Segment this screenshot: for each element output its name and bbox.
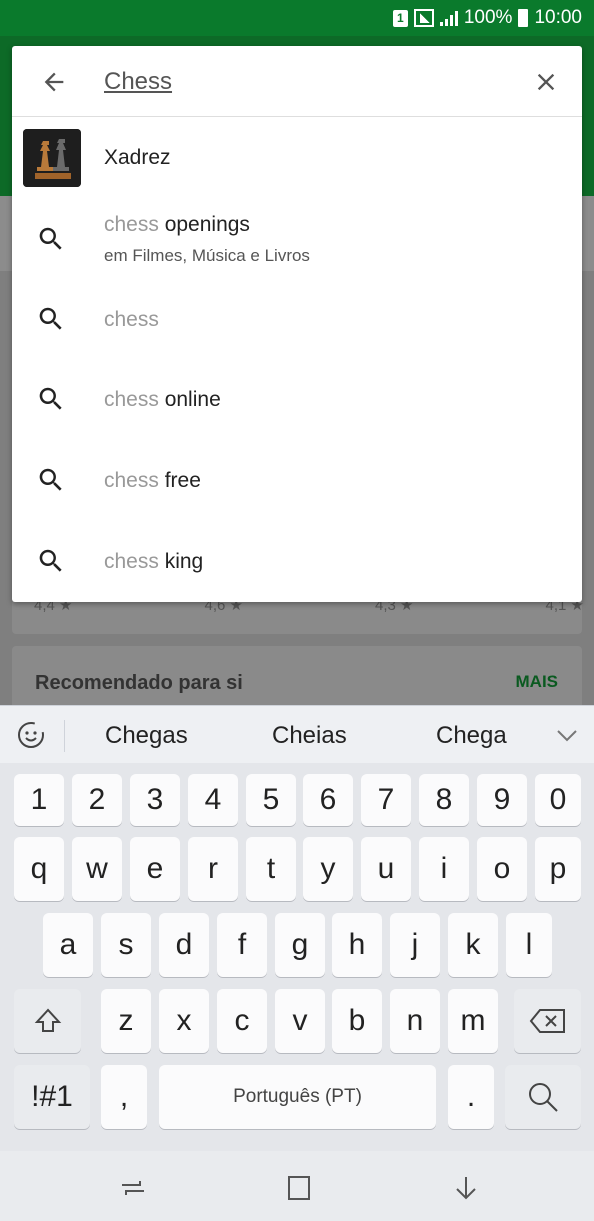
suggestion-chess-king[interactable]: chess king: [12, 524, 582, 604]
chevron-down-icon[interactable]: [556, 724, 578, 746]
search-icon: [39, 549, 62, 572]
key-h[interactable]: h: [332, 913, 382, 977]
suggestion-chess-openings[interactable]: chess openings em Filmes, Música e Livro…: [12, 197, 582, 281]
suggestion-prefix: chess: [104, 213, 159, 236]
key-j[interactable]: j: [390, 913, 440, 977]
suggestion-prefix: chess: [104, 469, 159, 492]
search-icon: [39, 387, 62, 410]
back-icon[interactable]: [451, 1173, 481, 1203]
key-g[interactable]: g: [275, 913, 325, 977]
suggestion-subtitle: em Filmes, Música e Livros: [104, 246, 310, 265]
close-icon[interactable]: [532, 68, 560, 96]
backspace-key[interactable]: [514, 989, 581, 1053]
key-y[interactable]: y: [303, 837, 353, 901]
key-m[interactable]: m: [448, 989, 498, 1053]
key-w[interactable]: w: [72, 837, 122, 901]
key-4[interactable]: 4: [188, 774, 238, 826]
prediction-word[interactable]: Cheias: [272, 722, 347, 750]
key-9[interactable]: 9: [477, 774, 527, 826]
key-p[interactable]: p: [535, 837, 581, 901]
key-q[interactable]: q: [14, 837, 64, 901]
search-key[interactable]: [505, 1065, 581, 1129]
suggestion-chess[interactable]: chess: [12, 281, 582, 361]
suggestion-completion: openings: [158, 213, 250, 236]
key-z[interactable]: z: [101, 989, 151, 1053]
suggestion-completion: online: [158, 388, 221, 411]
prediction-word[interactable]: Chegas: [105, 722, 188, 750]
navigation-bar: [0, 1151, 594, 1221]
divider: [64, 720, 65, 752]
home-icon[interactable]: [284, 1173, 314, 1203]
key-b[interactable]: b: [332, 989, 382, 1053]
battery-percent: 100%: [463, 7, 513, 28]
cellular-signal-icon: [439, 10, 458, 26]
key-5[interactable]: 5: [246, 774, 296, 826]
suggestion-app-xadrez[interactable]: Xadrez: [12, 117, 582, 197]
key-7[interactable]: 7: [361, 774, 411, 826]
shift-icon: [34, 1008, 61, 1032]
key-r[interactable]: r: [188, 837, 238, 901]
backspace-icon: [529, 1009, 565, 1033]
suggestion-completion: free: [158, 469, 201, 492]
sim-card-icon: 1: [392, 9, 408, 27]
search-input[interactable]: Chess: [104, 68, 172, 96]
back-arrow-icon[interactable]: [40, 68, 68, 96]
shift-key[interactable]: [14, 989, 81, 1053]
symbols-key[interactable]: !#1: [14, 1065, 90, 1129]
key-a[interactable]: a: [43, 913, 93, 977]
more-link: MAIS: [515, 672, 559, 691]
space-key-label: Português (PT): [233, 1086, 362, 1107]
suggestion-completion: king: [158, 550, 204, 573]
key-l[interactable]: l: [506, 913, 552, 977]
signal-icon: [413, 9, 434, 27]
key-n[interactable]: n: [390, 989, 440, 1053]
space-key[interactable]: Português (PT): [159, 1065, 436, 1129]
key-3[interactable]: 3: [130, 774, 180, 826]
search-panel: Chess Xadrez chess openings em Filmes, M…: [12, 46, 582, 602]
key-0[interactable]: 0: [535, 774, 581, 826]
key-8[interactable]: 8: [419, 774, 469, 826]
key-2[interactable]: 2: [72, 774, 122, 826]
key-u[interactable]: u: [361, 837, 411, 901]
key-e[interactable]: e: [130, 837, 180, 901]
keyboard-prediction-bar: Chegas Cheias Chega: [0, 705, 594, 763]
suggestion-chess-free[interactable]: chess free: [12, 443, 582, 523]
key-1[interactable]: 1: [14, 774, 64, 826]
period-key[interactable]: .: [448, 1065, 494, 1129]
emoji-sticker-icon[interactable]: [14, 718, 48, 752]
suggestion-prefix: chess: [104, 550, 159, 573]
battery-icon: [518, 9, 529, 27]
key-d[interactable]: d: [159, 913, 209, 977]
suggestion-prefix: chess: [104, 388, 159, 411]
recent-apps-icon[interactable]: [118, 1173, 148, 1203]
search-icon: [39, 307, 62, 330]
clock: 10:00: [534, 7, 582, 28]
key-s[interactable]: s: [101, 913, 151, 977]
key-6[interactable]: 6: [303, 774, 353, 826]
key-t[interactable]: t: [246, 837, 296, 901]
search-bar: Chess: [12, 46, 582, 117]
suggestion-prefix: chess: [104, 308, 159, 331]
recommended-title: Recomendado para si: [35, 672, 243, 694]
key-f[interactable]: f: [217, 913, 267, 977]
suggestion-title: Xadrez: [104, 146, 171, 169]
key-c[interactable]: c: [217, 989, 267, 1053]
search-icon: [529, 1083, 558, 1112]
key-x[interactable]: x: [159, 989, 209, 1053]
status-bar: 1 100% 10:00: [0, 0, 594, 36]
keyboard: 1 2 3 4 5 6 7 8 9 0 q w e r t y u i o p …: [0, 763, 594, 1151]
search-icon: [39, 227, 62, 250]
comma-key[interactable]: ,: [101, 1065, 147, 1129]
key-o[interactable]: o: [477, 837, 527, 901]
key-k[interactable]: k: [448, 913, 498, 977]
suggestion-chess-online[interactable]: chess online: [12, 362, 582, 442]
chess-app-icon: [23, 129, 81, 187]
prediction-word[interactable]: Chega: [436, 722, 507, 750]
key-i[interactable]: i: [419, 837, 469, 901]
search-icon: [39, 468, 62, 491]
key-v[interactable]: v: [275, 989, 325, 1053]
